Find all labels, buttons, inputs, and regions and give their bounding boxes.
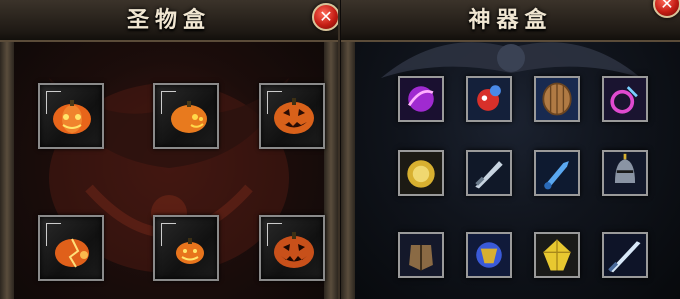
silver-blade-icon [604,234,646,276]
artifact-slot-4[interactable] [602,76,648,122]
bronze-armor-icon [400,234,442,276]
artifact-box-title: 神器盒 [468,7,553,33]
blue-dagger-icon [536,152,578,194]
artifact-slot-5[interactable] [398,150,444,196]
pink-pendant-icon [604,78,646,120]
relic-box-close-button[interactable]: ✕ [312,3,338,31]
golden-crest-icon [468,234,510,276]
relic-slot-5[interactable] [153,215,219,281]
artifact-box-header: 神器盒 ✕ [341,0,680,42]
artifact-slot-11[interactable] [534,232,580,278]
artifact-slot-9[interactable] [398,232,444,278]
relic-box-panel: 圣物盒 ✕ [0,0,340,299]
gold-gem-icon [536,234,578,276]
jack-o-lantern-cracked-icon [55,238,89,268]
jack-o-lantern-dark-icon [274,232,314,268]
jack-o-lantern-grin-icon [274,98,314,134]
steel-sword-icon [468,152,510,194]
artifact-slot-12[interactable] [602,232,648,278]
relic-box-title: 圣物盒 [126,7,211,33]
artifact-slot-8[interactable] [602,150,648,196]
relic-slot-2[interactable] [153,83,219,149]
jack-o-lantern-glowing-icon [53,100,91,134]
relic-box-header: 圣物盒 ✕ [0,0,338,42]
relic-slot-1[interactable] [38,83,104,149]
artifact-slot-1[interactable] [398,76,444,122]
artifact-slot-3[interactable] [534,76,580,122]
relic-slot-3[interactable] [259,83,325,149]
jack-o-lantern-side-icon [171,101,207,133]
purple-orb-icon [400,78,442,120]
left-frame-edge [341,0,355,299]
jack-o-lantern-small-icon [176,238,204,264]
wooden-shield-icon [536,78,578,120]
red-creature-icon [468,78,510,120]
artifact-slot-6[interactable] [466,150,512,196]
relic-slot-4[interactable] [38,215,104,281]
gold-medallion-icon [400,152,442,194]
artifact-slot-2[interactable] [466,76,512,122]
artifact-slot-7[interactable] [534,150,580,196]
artifact-box-panel: 神器盒 ✕ [341,0,680,299]
knight-helmet-icon [604,152,646,194]
relic-slot-6[interactable] [259,215,325,281]
artifact-slot-10[interactable] [466,232,512,278]
